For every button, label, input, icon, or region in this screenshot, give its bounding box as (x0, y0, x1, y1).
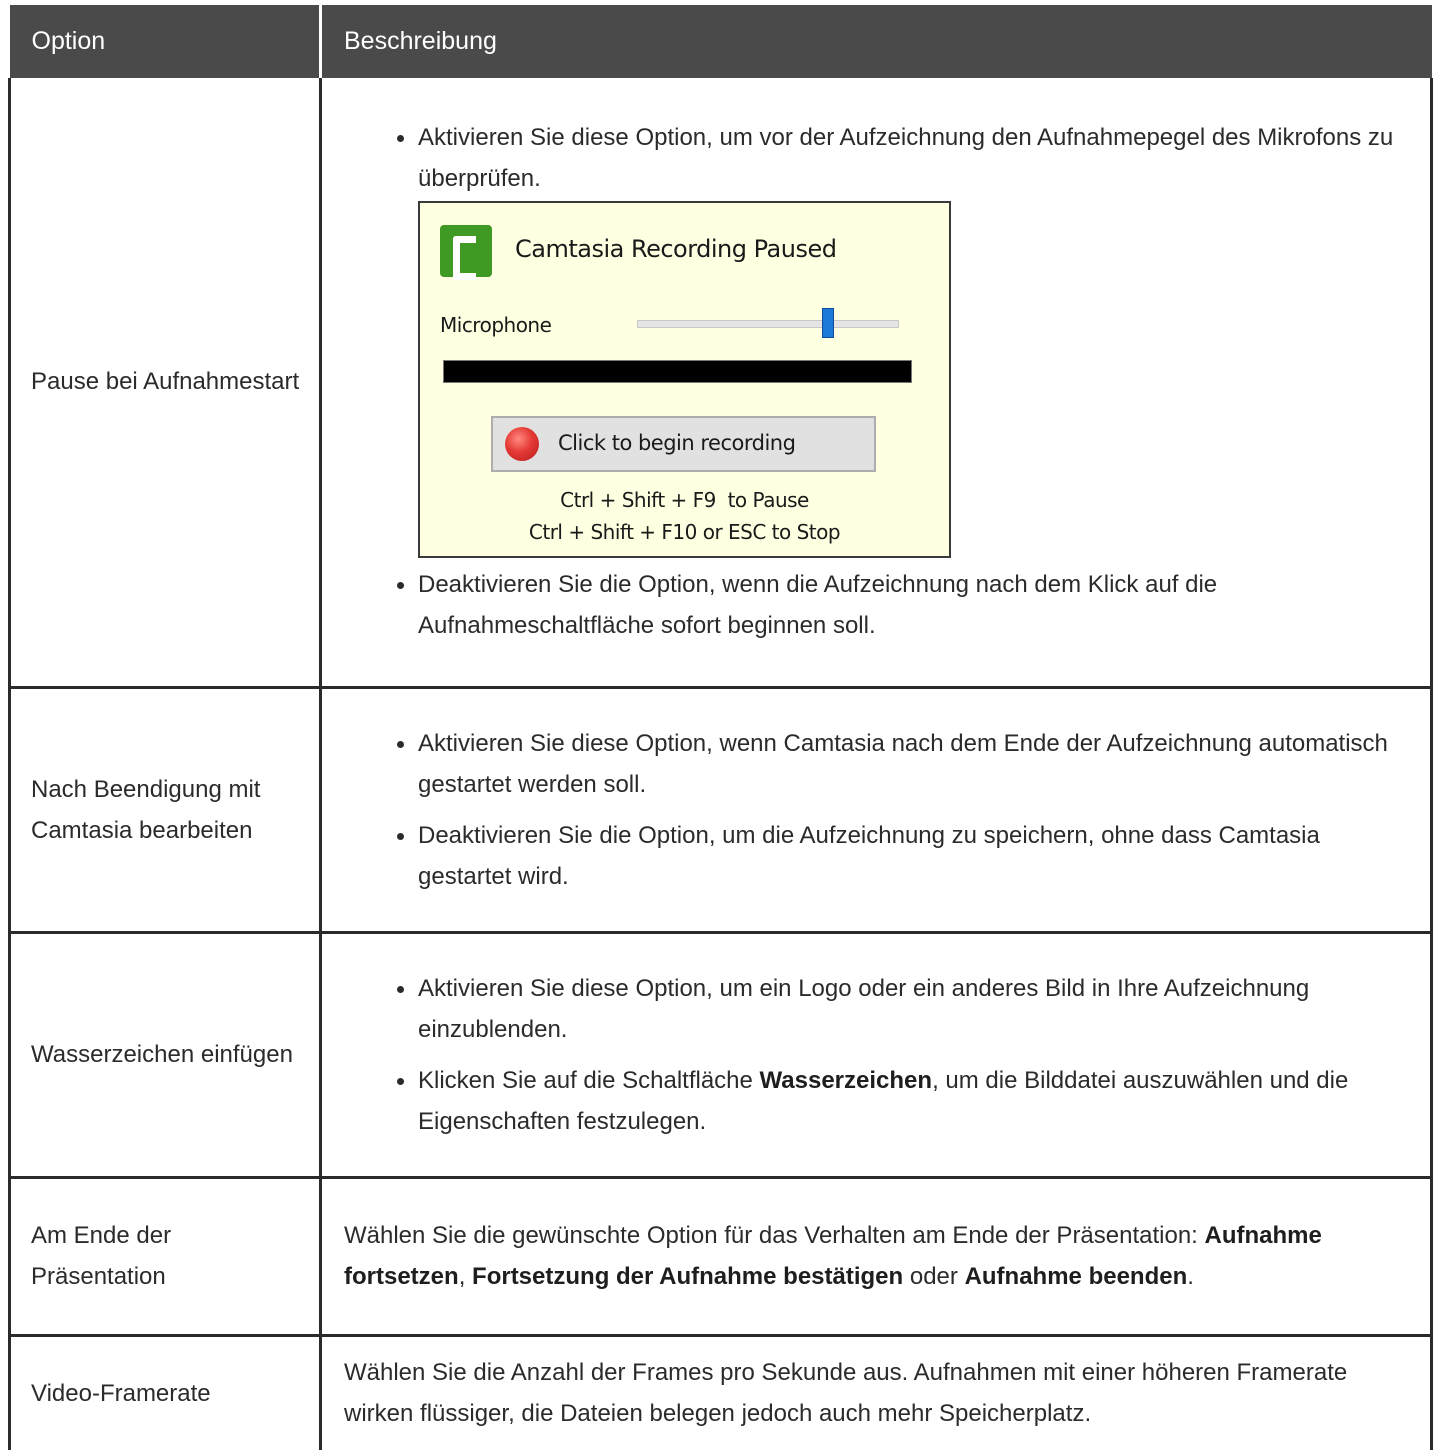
begin-recording-label: Click to begin recording (558, 431, 796, 456)
camtasia-paused-dialog: Camtasia Recording Paused Microphone Cli… (418, 201, 951, 559)
begin-recording-button[interactable]: Click to begin recording (491, 416, 876, 473)
bullet-list: Aktivieren Sie diese Option, um ein Logo… (344, 968, 1410, 1142)
text-span: Klicken Sie auf die Schaltfläche (418, 1066, 760, 1094)
table-row: Wasserzeichen einfügen Aktivieren Sie di… (8, 932, 1433, 1179)
table-header-row: Option Beschreibung (9, 5, 1432, 78)
option-cell: Am Ende der Präsentation (8, 1177, 322, 1337)
description-cell: Aktivieren Sie diese Option, um ein Logo… (319, 932, 1433, 1179)
microphone-label: Microphone (440, 313, 552, 338)
table-row: Nach Beendigung mit Camtasia bearbeiten … (8, 687, 1433, 934)
text-span: . (1187, 1263, 1194, 1290)
description-cell: Wählen Sie die gewünschte Option für das… (319, 1177, 1433, 1337)
microphone-slider-thumb[interactable] (822, 308, 835, 339)
text-span: , (458, 1263, 473, 1290)
description-cell: Wählen Sie die Anzahl der Frames pro Sek… (319, 1335, 1433, 1450)
option-cell: Wasserzeichen einfügen (8, 932, 322, 1179)
list-item: Aktivieren Sie diese Option, um ein Logo… (397, 968, 1410, 1050)
watermark-term: Wasserzeichen (759, 1066, 933, 1094)
option-cell: Pause bei Aufnahmestart (8, 78, 322, 689)
list-item: Aktivieren Sie diese Option, wenn Camtas… (397, 723, 1410, 805)
header-description: Beschreibung (319, 5, 1432, 78)
list-item: Deaktivieren Sie die Option, wenn die Au… (397, 564, 1410, 646)
option-cell: Video-Framerate (8, 1335, 322, 1450)
table-row: Am Ende der Präsentation Wählen Sie die … (8, 1177, 1433, 1337)
camtasia-logo-icon (440, 225, 492, 281)
option-cell: Nach Beendigung mit Camtasia bearbeiten (8, 687, 322, 934)
list-item: Deaktivieren Sie die Option, um die Aufz… (397, 815, 1410, 897)
list-item: Aktivieren Sie diese Option, um vor der … (397, 117, 1410, 199)
dialog-title: Camtasia Recording Paused (515, 235, 837, 264)
options-table: Option Beschreibung Pause bei Aufnahmest… (8, 5, 1433, 1450)
dialog-wrapper: Camtasia Recording Paused Microphone Cli… (344, 201, 1410, 559)
pause-shortcut-hint: Ctrl + Shift + F9 to Pause (560, 488, 809, 513)
bullet-list: Aktivieren Sie diese Option, um vor der … (344, 117, 1410, 199)
bullet-list: Deaktivieren Sie die Option, wenn die Au… (344, 564, 1410, 646)
audio-level-meter (443, 360, 912, 384)
header-option: Option (9, 5, 321, 78)
text-span: Wählen Sie die gewünschte Option für das… (344, 1222, 1205, 1249)
text-span: oder (903, 1263, 965, 1290)
table-row: Pause bei Aufnahmestart Aktivieren Sie d… (8, 78, 1433, 689)
record-icon (505, 427, 539, 462)
stop-shortcut-hint: Ctrl + Shift + F10 or ESC to Stop (528, 520, 841, 545)
table-row: Video-Framerate Wählen Sie die Anzahl de… (8, 1335, 1433, 1450)
bold-term: Fortsetzung der Aufnahme bestätigen (472, 1263, 904, 1290)
bullet-list: Aktivieren Sie diese Option, wenn Camtas… (344, 723, 1410, 897)
list-item: Klicken Sie auf die Schaltfläche Wasserz… (397, 1060, 1410, 1142)
microphone-slider-track[interactable] (637, 320, 899, 329)
description-cell: Aktivieren Sie diese Option, wenn Camtas… (319, 687, 1433, 934)
bold-term: Aufnahme beenden (964, 1263, 1188, 1290)
description-cell: Aktivieren Sie diese Option, um vor der … (319, 78, 1433, 689)
